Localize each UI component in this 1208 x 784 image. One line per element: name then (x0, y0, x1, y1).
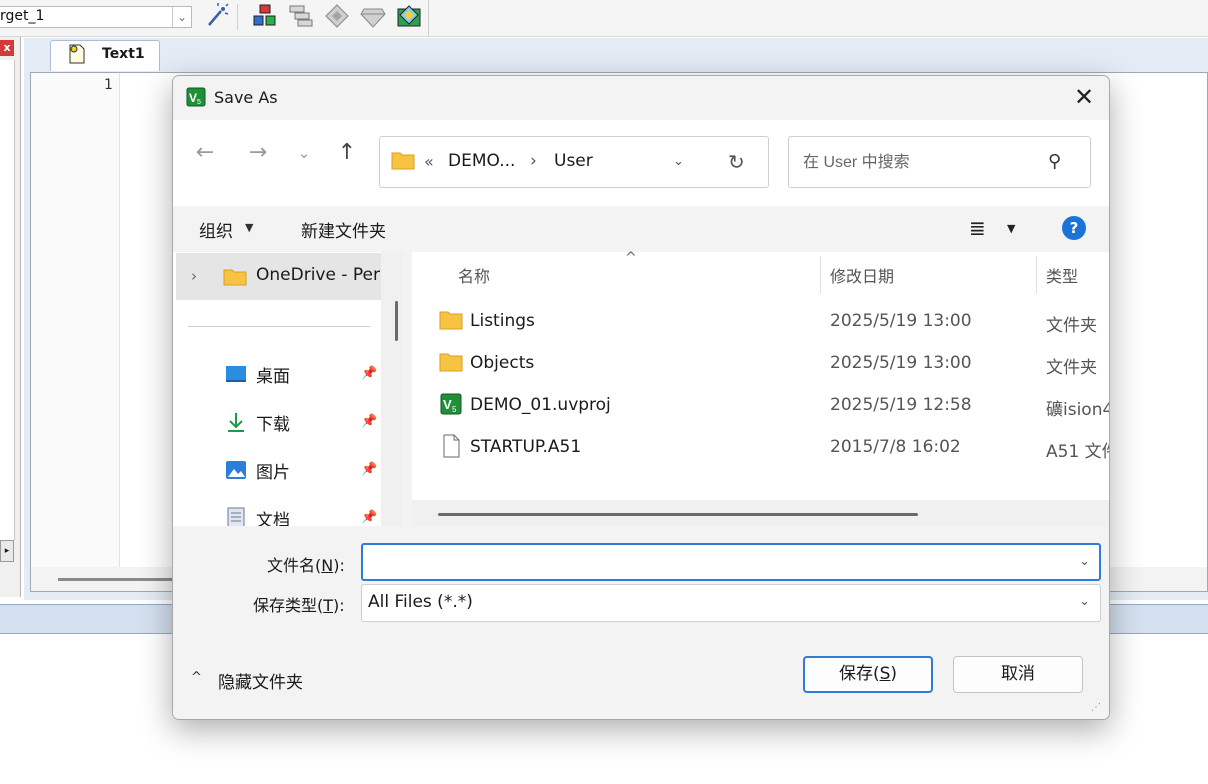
folder-icon (439, 353, 463, 372)
chevron-down-icon[interactable]: ⌄ (1079, 554, 1090, 569)
chevron-down-icon[interactable]: ⌄ (1079, 594, 1090, 609)
line-gutter (31, 73, 120, 567)
file-name: Objects (470, 353, 535, 373)
chevron-down-icon[interactable]: ⌄ (172, 7, 191, 27)
pin-icon[interactable]: 📌 (361, 462, 377, 477)
pin-icon[interactable]: 📌 (361, 510, 377, 525)
document-icon (69, 44, 85, 64)
overflow-chevron[interactable]: « (424, 152, 434, 171)
organize-button[interactable]: 组织 (199, 217, 233, 242)
file-date: 2025/5/19 13:00 (830, 353, 972, 373)
breadcrumb-user[interactable]: User (554, 151, 593, 171)
component-icon[interactable] (252, 3, 278, 29)
column-header-type[interactable]: 类型 (1046, 263, 1078, 287)
column-header-date[interactable]: 修改日期 (830, 263, 894, 287)
chevron-down-icon[interactable]: ⌄ (673, 154, 684, 169)
cancel-button[interactable]: 取消 (953, 656, 1083, 693)
line-number: 1 (104, 77, 113, 93)
close-icon[interactable]: x (0, 40, 14, 56)
gem-icon[interactable] (360, 3, 386, 29)
download-icon (228, 413, 244, 432)
file-type: 礦ision4 (1046, 400, 1110, 420)
resize-grip-icon[interactable]: ⋰ (1091, 702, 1101, 713)
filetype-value: All Files (*.*) (368, 592, 473, 612)
svg-text:V: V (443, 397, 452, 412)
save-button[interactable]: 保存(S) (803, 656, 933, 693)
search-icon[interactable]: ⚲ (1048, 151, 1061, 172)
scroll-right-icon[interactable]: ▸ (0, 540, 14, 562)
back-icon[interactable]: ← (192, 140, 218, 166)
file-name: Listings (470, 311, 535, 331)
project-tree (0, 60, 15, 540)
svg-text:5: 5 (197, 99, 201, 106)
file-date: 2025/5/19 12:58 (830, 395, 972, 415)
tab-label: Text1 (102, 46, 145, 62)
sort-caret-icon: ^ (625, 250, 637, 266)
help-icon[interactable]: ? (1062, 216, 1086, 240)
toolbar-separator (237, 4, 238, 30)
diamond-icon[interactable] (324, 3, 350, 29)
file-name: DEMO_01.uvproj (470, 395, 611, 415)
nav-item-label: OneDrive - Per (256, 265, 380, 285)
file-type: A51 文件 (1046, 442, 1109, 462)
folder-icon (439, 311, 463, 330)
filetype-label: 保存类型(T): (253, 596, 345, 615)
desktop-icon (226, 366, 246, 382)
pack-installer-icon[interactable] (396, 3, 422, 29)
uvision-icon: V 5 (440, 393, 462, 415)
filename-label: 文件名(N): (267, 556, 345, 575)
pictures-icon (226, 461, 246, 479)
nav-item-label: 下载 (256, 415, 290, 435)
file-name: STARTUP.A51 (470, 437, 582, 457)
file-type: 文件夹 (1046, 316, 1097, 336)
search-input[interactable] (801, 150, 1045, 176)
uvision-icon: V 5 (186, 87, 206, 107)
pin-icon[interactable]: 📌 (361, 366, 377, 381)
recent-locations-icon[interactable]: ⌄ (291, 140, 317, 166)
folder-icon (223, 269, 247, 286)
save-as-dialog: V 5 Save As ✕ ← → ⌄ ↑ « DEMO... › User ⌄… (172, 75, 1110, 720)
file-date: 2025/5/19 13:00 (830, 311, 972, 331)
file-icon (443, 434, 460, 458)
editor-scrollbar-thumb[interactable] (58, 578, 178, 581)
refresh-icon[interactable]: ↻ (728, 150, 745, 174)
filename-input[interactable] (369, 550, 1073, 576)
layers-icon[interactable] (288, 3, 314, 29)
up-icon[interactable]: ↑ (334, 140, 360, 166)
chevron-up-icon[interactable]: ^ (191, 670, 202, 685)
svg-text:V: V (189, 91, 197, 105)
column-divider[interactable] (1036, 256, 1037, 294)
svg-text:5: 5 (452, 405, 457, 414)
file-list-scrollbar-thumb[interactable] (438, 513, 918, 516)
divider (188, 326, 370, 327)
folder-icon (391, 152, 415, 170)
nav-scrollbar-thumb[interactable] (395, 301, 398, 341)
toolbar-separator (428, 0, 429, 36)
column-header-name[interactable]: 名称 (458, 263, 490, 287)
dialog-titlebar[interactable] (173, 76, 1109, 120)
nav-item-label: 图片 (256, 463, 290, 483)
breadcrumb-demo[interactable]: DEMO... (448, 151, 515, 171)
breadcrumb-separator[interactable]: › (530, 151, 537, 171)
new-folder-button[interactable]: 新建文件夹 (301, 217, 386, 242)
magic-wand-icon[interactable] (204, 3, 230, 29)
pin-icon[interactable]: 📌 (361, 414, 377, 429)
caret-down-icon[interactable]: ▼ (245, 221, 253, 234)
caret-down-icon[interactable]: ▼ (1007, 222, 1015, 235)
file-type: 文件夹 (1046, 358, 1097, 378)
hide-folders-button[interactable]: 隐藏文件夹 (218, 668, 303, 693)
target-select-value: rget_1 (0, 8, 45, 24)
chevron-right-icon[interactable]: › (191, 267, 197, 285)
forward-icon[interactable]: → (245, 140, 271, 166)
file-date: 2015/7/8 16:02 (830, 437, 961, 457)
view-options-icon[interactable]: ≣ (969, 216, 986, 240)
close-icon[interactable]: ✕ (1059, 82, 1109, 114)
nav-item-label: 桌面 (256, 367, 290, 387)
dialog-title: Save As (214, 88, 278, 107)
nav-scrollbar[interactable] (381, 252, 403, 526)
column-divider[interactable] (820, 256, 821, 294)
